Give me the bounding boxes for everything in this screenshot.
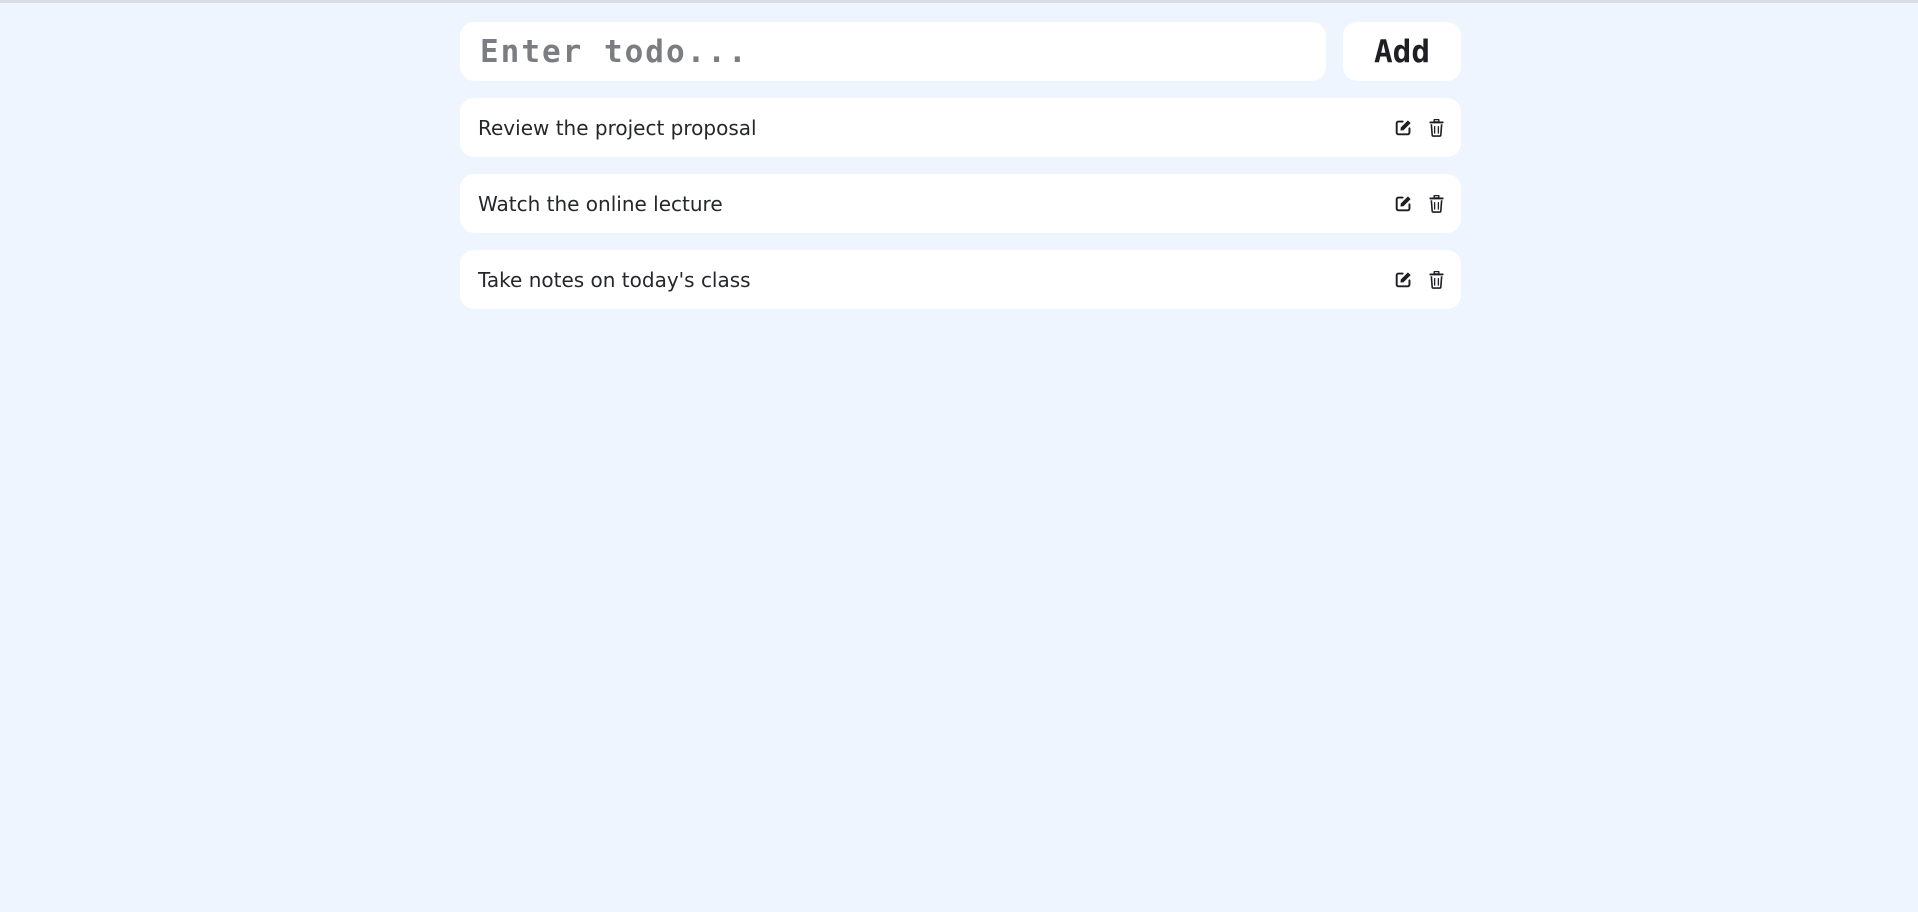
edit-icon[interactable] xyxy=(1392,117,1414,139)
todo-app: Add Review the project proposal xyxy=(460,22,1461,326)
add-todo-form: Add xyxy=(460,22,1461,81)
trash-icon[interactable] xyxy=(1425,117,1447,139)
edit-icon[interactable] xyxy=(1392,193,1414,215)
todo-item: Take notes on today's class xyxy=(460,250,1461,309)
add-button[interactable]: Add xyxy=(1343,22,1461,81)
todo-item: Watch the online lecture xyxy=(460,174,1461,233)
todo-text: Watch the online lecture xyxy=(478,191,723,216)
todo-text: Review the project proposal xyxy=(478,115,757,140)
window-top-border xyxy=(0,0,1918,3)
todo-input[interactable] xyxy=(460,22,1326,81)
todo-text: Take notes on today's class xyxy=(478,267,751,292)
trash-icon[interactable] xyxy=(1425,269,1447,291)
todo-list: Review the project proposal Watch the on… xyxy=(460,98,1461,309)
edit-icon[interactable] xyxy=(1392,269,1414,291)
trash-icon[interactable] xyxy=(1425,193,1447,215)
todo-item: Review the project proposal xyxy=(460,98,1461,157)
